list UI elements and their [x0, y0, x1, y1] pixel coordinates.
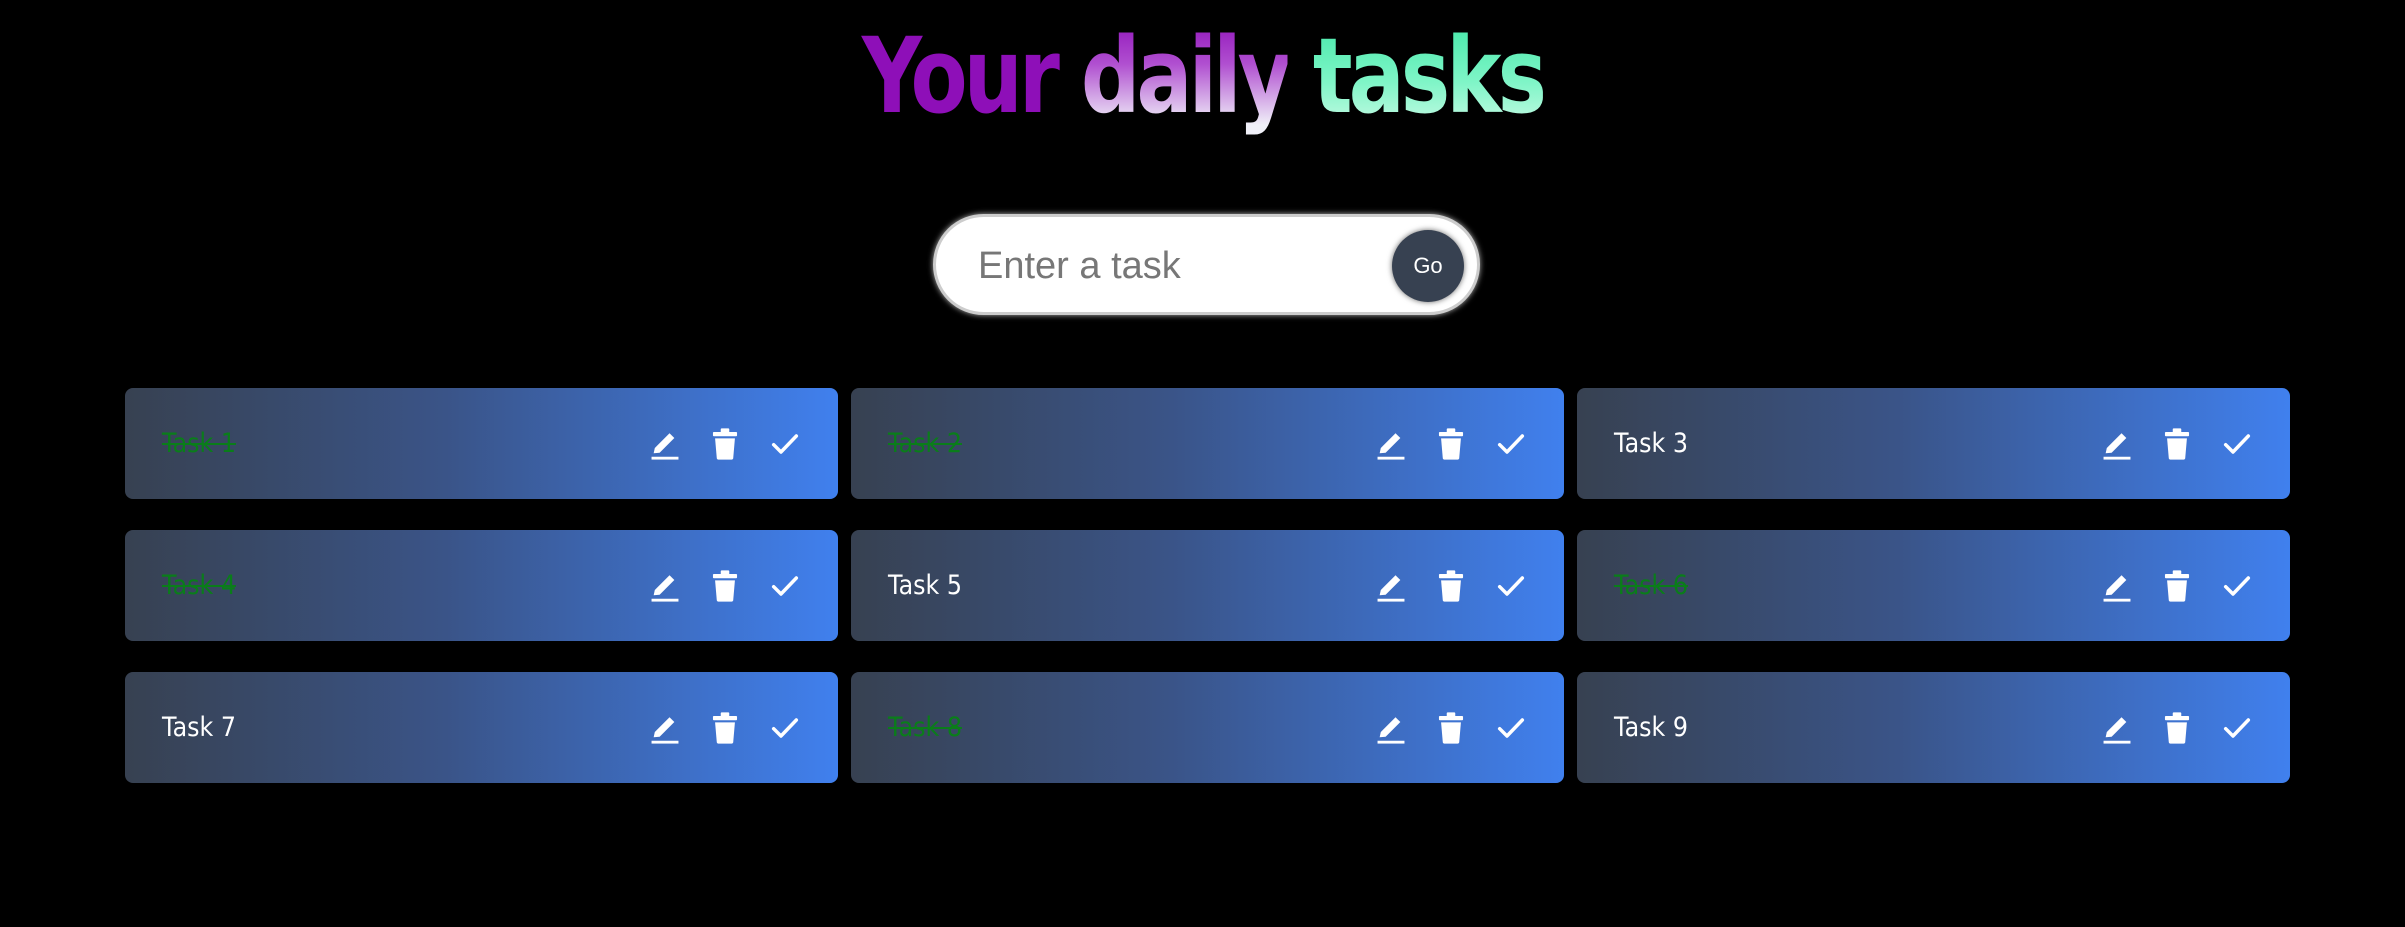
trash-icon[interactable] — [2157, 424, 2197, 464]
task-form: Go — [933, 214, 1480, 315]
task-card: Task 8 — [851, 672, 1564, 783]
task-card: Task 7 — [125, 672, 838, 783]
trash-icon[interactable] — [1431, 566, 1471, 606]
trash-icon[interactable] — [2157, 708, 2197, 748]
pencil-icon[interactable] — [645, 566, 685, 606]
pencil-icon[interactable] — [2097, 708, 2137, 748]
check-icon[interactable] — [765, 566, 805, 606]
trash-icon[interactable] — [1431, 708, 1471, 748]
task-card: Task 1 — [125, 388, 838, 499]
task-text: Task 3 — [1614, 428, 1688, 459]
pencil-icon[interactable] — [645, 708, 685, 748]
go-button[interactable]: Go — [1392, 230, 1464, 302]
task-card: Task 9 — [1577, 672, 2290, 783]
check-icon[interactable] — [765, 424, 805, 464]
trash-icon[interactable] — [2157, 566, 2197, 606]
title-word-daily: daily — [1080, 15, 1292, 137]
task-actions — [2097, 708, 2257, 748]
pencil-icon[interactable] — [645, 424, 685, 464]
trash-icon[interactable] — [1431, 424, 1471, 464]
task-actions — [645, 566, 805, 606]
task-text: Task 9 — [1614, 712, 1688, 743]
task-text: Task 8 — [888, 712, 962, 743]
task-text: Task 4 — [162, 570, 236, 601]
task-actions — [1371, 566, 1531, 606]
task-card: Task 4 — [125, 530, 838, 641]
task-card: Task 3 — [1577, 388, 2290, 499]
check-icon[interactable] — [2217, 424, 2257, 464]
title-word-tasks: tasks — [1312, 15, 1547, 137]
task-text: Task 6 — [1614, 570, 1688, 601]
check-icon[interactable] — [2217, 566, 2257, 606]
task-actions — [2097, 424, 2257, 464]
pencil-icon[interactable] — [1371, 566, 1411, 606]
check-icon[interactable] — [1491, 566, 1531, 606]
task-actions — [2097, 566, 2257, 606]
task-card: Task 2 — [851, 388, 1564, 499]
task-card: Task 5 — [851, 530, 1564, 641]
task-actions — [645, 424, 805, 464]
task-input[interactable] — [976, 235, 1320, 297]
pencil-icon[interactable] — [2097, 424, 2137, 464]
check-icon[interactable] — [765, 708, 805, 748]
task-list: Task 1 Task 2 Task 3 Task 4 Task 5 Task … — [125, 388, 2290, 783]
task-text: Task 5 — [888, 570, 962, 601]
task-actions — [1371, 424, 1531, 464]
task-text: Task 1 — [162, 428, 236, 459]
pencil-icon[interactable] — [2097, 566, 2137, 606]
check-icon[interactable] — [1491, 708, 1531, 748]
task-card: Task 6 — [1577, 530, 2290, 641]
task-actions — [645, 708, 805, 748]
title-word-your: Your — [861, 15, 1060, 137]
task-text: Task 7 — [162, 712, 236, 743]
page-title: Your daily tasks — [241, 6, 2165, 146]
check-icon[interactable] — [2217, 708, 2257, 748]
task-text: Task 2 — [888, 428, 962, 459]
pencil-icon[interactable] — [1371, 708, 1411, 748]
task-actions — [1371, 708, 1531, 748]
trash-icon[interactable] — [705, 566, 745, 606]
pencil-icon[interactable] — [1371, 424, 1411, 464]
trash-icon[interactable] — [705, 424, 745, 464]
trash-icon[interactable] — [705, 708, 745, 748]
check-icon[interactable] — [1491, 424, 1531, 464]
